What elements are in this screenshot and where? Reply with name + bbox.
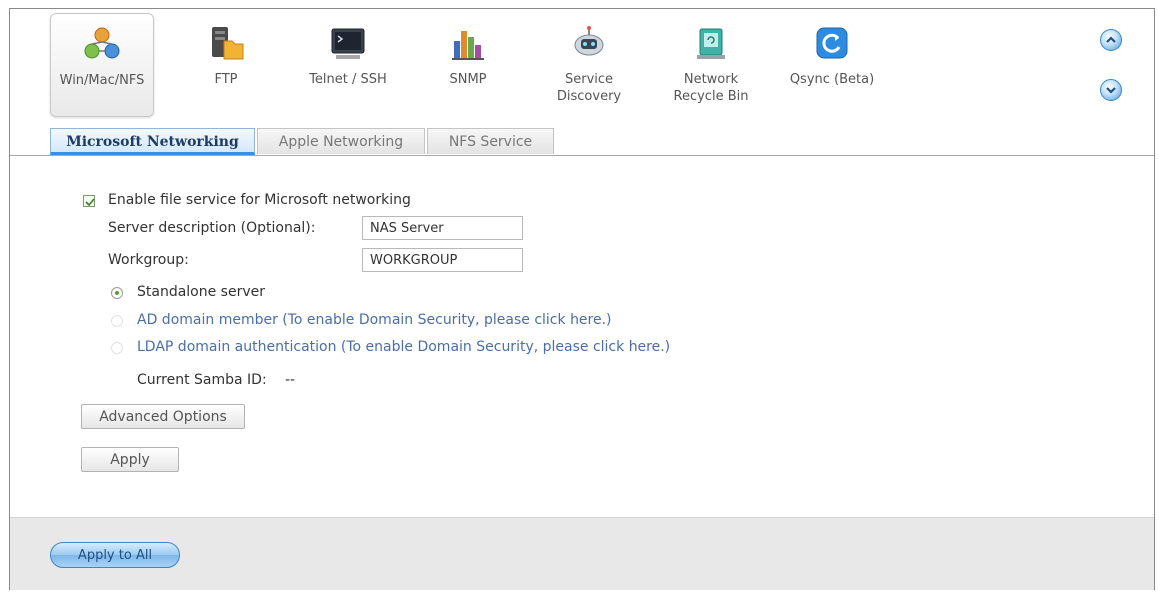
service-label: Qsync (Beta) (789, 72, 875, 87)
win-mac-nfs-icon (84, 27, 120, 59)
workgroup-label: Workgroup: (108, 252, 189, 268)
tab-microsoft-networking[interactable]: Microsoft Networking (50, 128, 255, 155)
workgroup-input[interactable] (362, 248, 523, 272)
terminal-icon (331, 28, 365, 59)
snmp-chart-icon (452, 31, 484, 60)
ad-domain-member-label[interactable]: AD domain member (To enable Domain Secur… (137, 312, 612, 328)
service-label: FTP (214, 72, 238, 87)
service-toolbar: Win/Mac/NFS FTP Telnet / SSH SNMP Servic… (10, 9, 1154, 127)
advanced-options-button[interactable]: Advanced Options (81, 404, 245, 429)
ldap-domain-auth-radio[interactable] (111, 342, 123, 354)
service-telnet-ssh[interactable]: Telnet / SSH (296, 13, 400, 117)
qsync-icon (816, 27, 848, 59)
tab-nfs-service[interactable]: NFS Service (427, 128, 554, 154)
server-description-label: Server description (Optional): (108, 220, 316, 236)
service-ftp[interactable]: FTP (174, 13, 278, 117)
chevron-down-icon (1106, 87, 1116, 94)
samba-id-value: -- (285, 372, 296, 388)
standalone-server-radio[interactable] (111, 287, 123, 299)
service-label: Telnet / SSH (309, 72, 387, 87)
scroll-up-button[interactable] (1100, 29, 1122, 51)
standalone-server-label: Standalone server (137, 284, 266, 300)
control-panel-window: Win/Mac/NFS FTP Telnet / SSH SNMP Servic… (9, 8, 1155, 590)
service-label: Network Recycle Bin (673, 72, 749, 104)
tab-bar: Microsoft Networking Apple Networking NF… (10, 128, 1154, 156)
scroll-down-button[interactable] (1100, 79, 1122, 101)
server-description-input[interactable] (362, 216, 523, 240)
service-snmp[interactable]: SNMP (416, 13, 520, 117)
microsoft-networking-panel: Enable file service for Microsoft networ… (10, 157, 1154, 517)
tab-apple-networking[interactable]: Apple Networking (257, 128, 425, 154)
ldap-domain-auth-label[interactable]: LDAP domain authentication (To enable Do… (137, 339, 670, 355)
service-qsync[interactable]: Qsync (Beta) (780, 13, 884, 117)
checkmark-icon (85, 198, 95, 207)
service-label: SNMP (449, 72, 487, 87)
service-discovery[interactable]: Service Discovery (537, 13, 641, 117)
ad-domain-member-radio[interactable] (111, 315, 123, 327)
enable-file-service-label: Enable file service for Microsoft networ… (108, 192, 411, 208)
service-network-recycle-bin[interactable]: Network Recycle Bin (659, 13, 763, 117)
service-label: Service Discovery (556, 72, 622, 104)
enable-file-service-checkbox[interactable] (83, 195, 95, 207)
apply-to-all-button[interactable]: Apply to All (50, 542, 180, 568)
ftp-icon (212, 27, 244, 60)
service-discovery-icon (574, 26, 604, 56)
service-label: Win/Mac/NFS (59, 73, 145, 88)
apply-button[interactable]: Apply (81, 447, 179, 472)
samba-id-label: Current Samba ID: (137, 372, 267, 388)
chevron-up-icon (1106, 36, 1116, 43)
recycle-bin-icon (697, 28, 725, 59)
service-win-mac-nfs[interactable]: Win/Mac/NFS (50, 13, 154, 117)
footer-bar: Apply to All (10, 517, 1154, 590)
